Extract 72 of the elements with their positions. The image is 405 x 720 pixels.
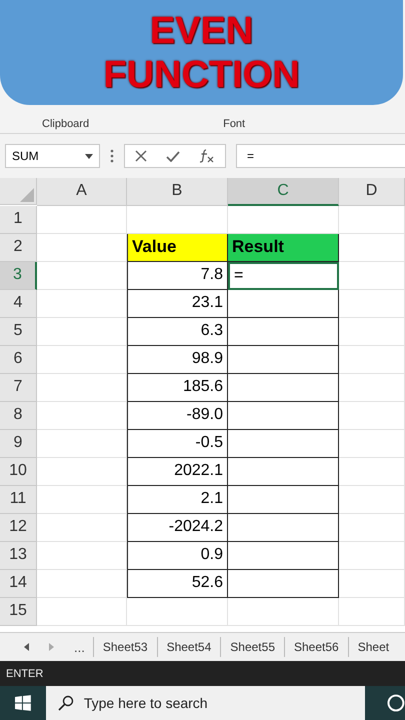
formula-field[interactable]: = bbox=[236, 144, 405, 168]
row-header[interactable]: 6 bbox=[0, 346, 37, 374]
row-header[interactable]: 1 bbox=[0, 206, 37, 234]
table-cell: Value bbox=[127, 234, 228, 262]
circle-icon[interactable] bbox=[387, 694, 405, 712]
row-header[interactable]: 11 bbox=[0, 486, 37, 514]
empty-cell bbox=[339, 458, 405, 486]
sheet-tab[interactable]: Sheet bbox=[348, 637, 398, 658]
empty-cell bbox=[339, 262, 405, 290]
row-header[interactable]: 9 bbox=[0, 430, 37, 458]
status-mode: ENTER bbox=[6, 668, 44, 680]
table-cell: -2024.2 bbox=[127, 514, 228, 542]
table-cell: Result bbox=[228, 234, 339, 262]
empty-cell bbox=[339, 542, 405, 570]
empty-cell bbox=[339, 514, 405, 542]
table-cell: 52.6 bbox=[127, 570, 228, 598]
empty-cell bbox=[339, 486, 405, 514]
ribbon-group-label: Clipboard bbox=[42, 118, 90, 130]
empty-cell bbox=[339, 570, 405, 598]
table-cell: 7.8 bbox=[127, 262, 228, 290]
table-cell: 6.3 bbox=[127, 318, 228, 346]
previous-sheet-icon[interactable] bbox=[24, 643, 29, 652]
table-cell: 98.9 bbox=[127, 346, 228, 374]
banner-title: EVEN bbox=[150, 10, 254, 52]
column-header[interactable]: B bbox=[127, 178, 228, 206]
column-header[interactable]: C bbox=[228, 178, 339, 206]
search-icon bbox=[58, 695, 74, 712]
function-icon[interactable] bbox=[199, 149, 216, 164]
row-header[interactable]: 4 bbox=[0, 290, 37, 318]
row-header[interactable]: 7 bbox=[0, 374, 37, 402]
column-header[interactable]: A bbox=[37, 178, 127, 206]
row-header[interactable]: 2 bbox=[0, 234, 37, 262]
sheet-tab[interactable]: Sheet55 bbox=[220, 637, 284, 658]
empty-cell bbox=[339, 290, 405, 318]
row-header[interactable]: 3 bbox=[0, 262, 37, 290]
check-icon[interactable] bbox=[166, 150, 180, 162]
row-header[interactable]: 15 bbox=[0, 598, 37, 626]
empty-cell bbox=[339, 206, 405, 234]
sheet-tab[interactable]: Sheet53 bbox=[92, 637, 157, 658]
row-header[interactable]: 10 bbox=[0, 458, 37, 486]
empty-cell bbox=[339, 598, 405, 626]
empty-cell bbox=[339, 374, 405, 402]
more-sheets[interactable]: ... bbox=[74, 640, 85, 655]
empty-cell bbox=[339, 430, 405, 458]
banner-title: FUNCTION bbox=[103, 54, 300, 96]
empty-cell bbox=[339, 346, 405, 374]
ribbon-group-label: Font bbox=[223, 118, 246, 130]
more-icon bbox=[110, 149, 114, 164]
table-cell: 2.1 bbox=[127, 486, 228, 514]
caret-icon bbox=[85, 154, 93, 159]
sheet-tab[interactable]: Sheet54 bbox=[156, 637, 220, 658]
search-field[interactable]: Type here to search bbox=[46, 686, 366, 720]
table-cell: -0.5 bbox=[127, 430, 228, 458]
table-cell: = bbox=[228, 262, 339, 290]
row-header[interactable]: 14 bbox=[0, 570, 37, 598]
row-header[interactable]: 12 bbox=[0, 514, 37, 542]
cancel-icon[interactable] bbox=[134, 150, 147, 162]
table-cell: 185.6 bbox=[127, 374, 228, 402]
table-cell: 2022.1 bbox=[127, 458, 228, 486]
table-cell: 0.9 bbox=[127, 542, 228, 570]
row-header[interactable]: 8 bbox=[0, 402, 37, 430]
windows-icon[interactable] bbox=[15, 695, 31, 712]
empty-cell bbox=[339, 318, 405, 346]
empty-cell bbox=[339, 402, 405, 430]
name-box[interactable]: SUM bbox=[5, 144, 100, 168]
table-cell: 23.1 bbox=[127, 290, 228, 318]
table-cell: -89.0 bbox=[127, 402, 228, 430]
sheet-tab[interactable]: Sheet56 bbox=[284, 637, 348, 658]
triangle-icon bbox=[20, 188, 34, 202]
row-header[interactable]: 13 bbox=[0, 542, 37, 570]
column-header[interactable]: D bbox=[339, 178, 405, 206]
row-header[interactable]: 5 bbox=[0, 318, 37, 346]
